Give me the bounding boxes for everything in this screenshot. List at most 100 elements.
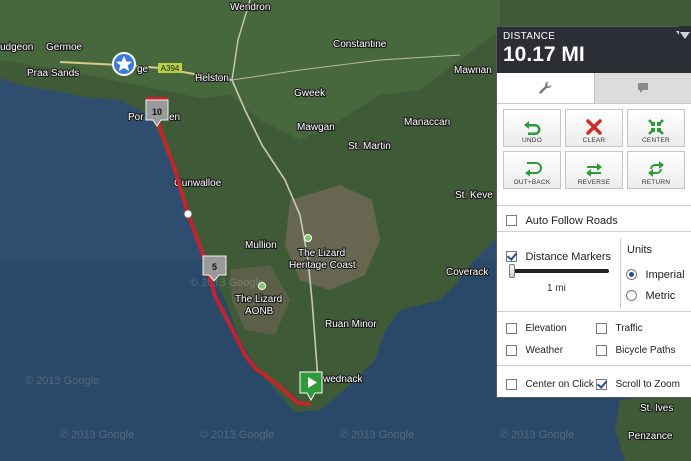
elevation-label: Elevation [525, 323, 567, 335]
tool-buttons: UNDO CLEAR CENTER OUT+BACK REVERSE RETUR… [503, 109, 687, 193]
center-icon [648, 119, 664, 135]
auto-follow-roads-option[interactable]: Auto Follow Roads [506, 212, 618, 230]
out-back-icon [525, 162, 542, 177]
undo-icon [524, 121, 541, 135]
slider-value: 1 mi [547, 283, 566, 294]
place-label: en [169, 112, 180, 123]
distance-panel: DISTANCE 10.17 MI UNDO CLEAR CENTER OUT+… [496, 26, 691, 398]
map-watermark: © 2013 Google [60, 429, 134, 441]
units-group: Units Imperial Metric [620, 238, 691, 308]
distance-markers-checkbox[interactable] [506, 251, 517, 263]
panel-edge [679, 26, 691, 46]
place-label: Helston [195, 73, 229, 84]
map-watermark: © 2013 Google [500, 429, 574, 441]
return-label: RETURN [641, 179, 671, 186]
distance-markers-option[interactable]: Distance Markers [506, 248, 611, 266]
place-label: St. Keve [455, 190, 493, 201]
place-label: ge [137, 64, 149, 75]
auto-follow-roads-checkbox[interactable] [506, 215, 517, 227]
center-on-click-label: Center on Click [525, 379, 594, 391]
place-label: Heritage Coast [289, 260, 356, 271]
marker-interval-slider[interactable] [509, 264, 609, 278]
weather-checkbox[interactable] [506, 345, 517, 357]
center-on-click-option[interactable]: Center on Click [506, 376, 594, 394]
elevation-checkbox[interactable] [506, 323, 517, 335]
markers-units-section: Distance Markers 1 mi Units Imperial Met… [497, 231, 691, 312]
route-waypoint[interactable] [183, 209, 193, 219]
units-metric-option[interactable]: Metric [626, 287, 675, 305]
location-pin-icon[interactable] [112, 52, 136, 76]
place-label: Germoe [46, 42, 83, 53]
traffic-label: Traffic [615, 323, 643, 335]
place-label: wednack [322, 374, 363, 385]
traffic-option[interactable]: Traffic [596, 320, 643, 338]
place-label: Penzance [628, 431, 673, 442]
metric-label: Metric [645, 289, 676, 302]
place-label: St. Ives [640, 403, 673, 414]
slider-thumb[interactable] [509, 264, 515, 278]
place-label: Manaccan [404, 117, 450, 128]
reverse-button[interactable]: REVERSE [565, 151, 623, 189]
elevation-option[interactable]: Elevation [506, 320, 567, 338]
clear-icon [586, 119, 602, 135]
place-label: Mullion [245, 240, 277, 251]
place-label: The Lizard [235, 294, 282, 305]
place-label: Praa Sands [27, 68, 79, 79]
chevron-down-icon[interactable] [680, 32, 690, 39]
traffic-checkbox[interactable] [596, 323, 607, 335]
center-on-click-checkbox[interactable] [506, 379, 517, 391]
map-watermark: © 2013 Google [200, 429, 274, 441]
place-label: Por [128, 112, 144, 123]
mile-marker-label: 5 [212, 262, 217, 272]
weather-label: Weather [525, 345, 564, 357]
place-label: Coverack [446, 267, 489, 278]
auto-follow-roads-label: Auto Follow Roads [525, 214, 618, 227]
road-shield-label: A394 [161, 64, 180, 73]
scroll-to-zoom-option[interactable]: Scroll to Zoom [596, 376, 680, 394]
place-label: Mawgan [297, 122, 335, 133]
undo-button[interactable]: UNDO [503, 109, 561, 147]
map-watermark: © 2013 Google [190, 277, 264, 289]
tab-notes[interactable] [593, 73, 691, 103]
weather-option[interactable]: Weather [506, 342, 563, 360]
metric-radio[interactable] [626, 290, 637, 302]
auto-follow-section: Auto Follow Roads [497, 205, 691, 232]
reverse-icon [586, 163, 602, 177]
imperial-label: Imperial [645, 268, 685, 281]
reverse-label: REVERSE [577, 179, 611, 186]
mile-marker-label: 10 [152, 107, 162, 117]
place-label: Wendron [230, 2, 270, 13]
wrench-icon [539, 81, 552, 94]
bicycle-paths-label: Bicycle Paths [615, 345, 676, 357]
map-watermark: © 2013 Google [340, 429, 414, 441]
units-title: Units [627, 244, 653, 256]
return-button[interactable]: RETURN [627, 151, 685, 189]
place-label: Gweek [294, 88, 326, 99]
clear-label: CLEAR [582, 137, 606, 144]
imperial-radio[interactable] [626, 269, 637, 281]
place-label: Mawnan [454, 65, 492, 76]
place-label: Ruan Minor [325, 319, 377, 330]
place-label: AONB [245, 306, 274, 317]
units-imperial-option[interactable]: Imperial [626, 266, 685, 284]
scroll-to-zoom-label: Scroll to Zoom [615, 379, 680, 391]
undo-label: UNDO [522, 137, 542, 144]
park-icon [304, 234, 312, 242]
center-button[interactable]: CENTER [627, 109, 685, 147]
place-label: The Lizard [298, 248, 345, 259]
panel-title: DISTANCE [503, 31, 556, 42]
bicycle-paths-option[interactable]: Bicycle Paths [596, 342, 675, 360]
place-label: udgeon [0, 42, 33, 53]
clear-button[interactable]: CLEAR [565, 109, 623, 147]
map-behavior-section: Center on Click Scroll to Zoom [497, 365, 691, 398]
place-label: Constantine [333, 39, 387, 50]
out-back-button[interactable]: OUT+BACK [503, 151, 561, 189]
tab-tools[interactable] [497, 73, 594, 103]
panel-header: DISTANCE 10.17 MI [497, 27, 691, 73]
return-icon [648, 161, 664, 177]
panel-tabs [497, 73, 691, 104]
map-watermark: © 2013 Google [25, 375, 99, 387]
bicycle-paths-checkbox[interactable] [596, 345, 607, 357]
scroll-to-zoom-checkbox[interactable] [596, 379, 607, 391]
distance-value: 10.17 MI [503, 43, 585, 66]
